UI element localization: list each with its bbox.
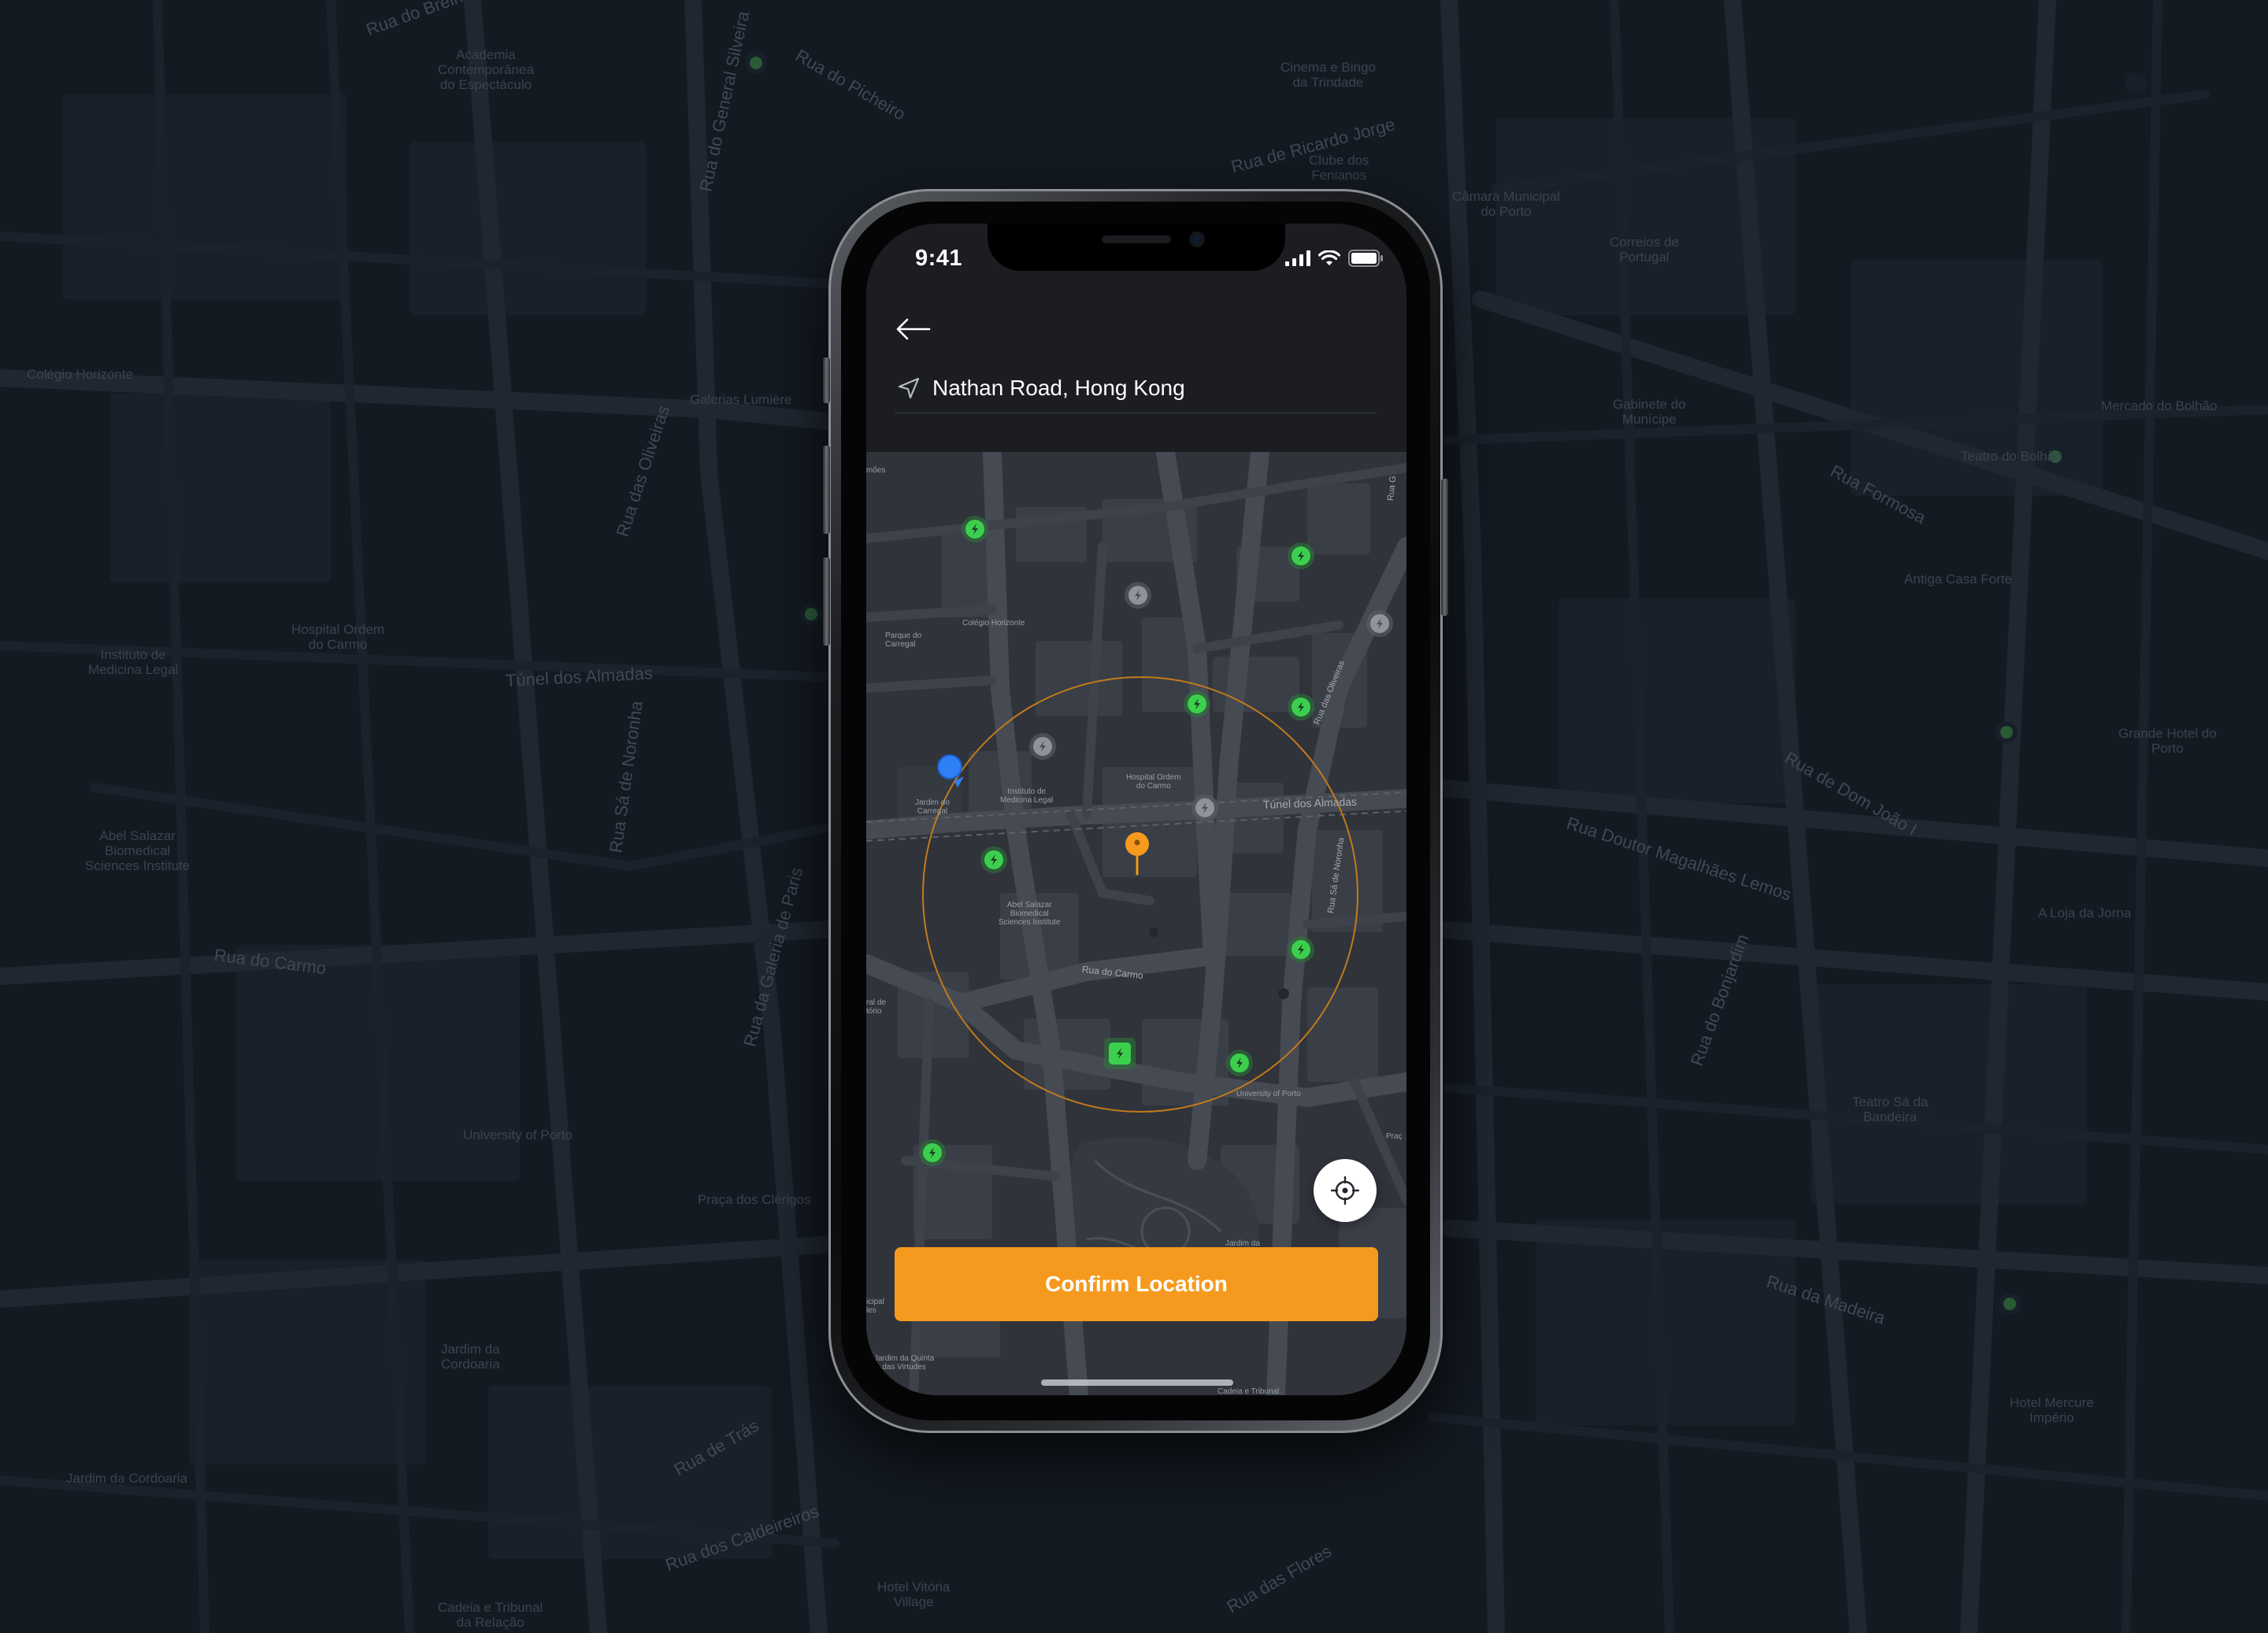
- user-location-icon: [937, 754, 964, 787]
- bg-map-label: Hotel Mercure Império: [2010, 1395, 2094, 1425]
- bg-map-label: Grande Hotel do Porto: [2118, 726, 2217, 756]
- charging-station-icon[interactable]: [1104, 1038, 1136, 1069]
- location-search-value: Nathan Road, Hong Kong: [932, 376, 1185, 400]
- bg-map-label: Jardim da Cordoaria: [66, 1471, 188, 1486]
- signal-icon: [1285, 250, 1310, 266]
- bg-map-label: Câmara Municipal do Porto: [1452, 189, 1560, 219]
- charging-station-icon[interactable]: [1288, 694, 1314, 720]
- confirm-location-button[interactable]: Confirm Location: [895, 1247, 1378, 1321]
- charging-station-icon[interactable]: [1191, 794, 1218, 821]
- bg-map-label: Abel Salazar Biomedical Sciences Institu…: [85, 828, 191, 873]
- charging-station-icon[interactable]: [1184, 691, 1210, 717]
- status-icons: [1285, 247, 1383, 269]
- volume-up-button: [823, 446, 830, 534]
- charging-station-icon[interactable]: [919, 1139, 946, 1166]
- bg-map-label: Clube dos Fenianos: [1309, 153, 1369, 183]
- status-time: 9:41: [915, 246, 963, 271]
- mute-switch: [823, 357, 830, 403]
- charging-station-icon[interactable]: [962, 516, 988, 542]
- bg-map-label: A Loja da Jorna: [2038, 905, 2132, 920]
- bg-map-label: Colégio Horizonte: [27, 367, 134, 382]
- charging-station-icon[interactable]: [1029, 733, 1056, 760]
- bg-map-label: Hospital Ordem do Carmo: [291, 622, 385, 652]
- front-camera: [1189, 231, 1205, 247]
- crosshair-icon: [1331, 1176, 1359, 1205]
- bg-map-label: Academia Contemporânea do Espectáculo: [438, 47, 534, 92]
- home-indicator[interactable]: [1041, 1379, 1233, 1386]
- bg-map-label: Teatro do Bolhão: [1961, 449, 2062, 464]
- notch: [988, 224, 1285, 271]
- bg-map-label: Gabinete do Munícipe: [1613, 397, 1686, 427]
- charging-station-icon[interactable]: [1125, 582, 1151, 609]
- wifi-icon: [1318, 250, 1340, 265]
- charging-station-icon[interactable]: [1226, 1050, 1253, 1076]
- bg-map-label: University of Porto: [463, 1128, 573, 1142]
- phone-screen: 9:41 Nathan Road, Hong Kong Colégio Hori…: [866, 224, 1406, 1395]
- bg-map-label: Cadeia e Tribunal da Relação: [438, 1600, 543, 1630]
- bg-map-label: Hotel Vitória Village: [877, 1579, 951, 1609]
- arrow-left-icon: [896, 318, 931, 340]
- location-search-field[interactable]: Nathan Road, Hong Kong: [895, 364, 1377, 413]
- bg-map-label: Jardim da Cordoaria: [441, 1342, 500, 1372]
- charging-station-icon[interactable]: [1366, 610, 1393, 637]
- bg-map-label: Correios de Portugal: [1610, 235, 1679, 265]
- locate-me-button[interactable]: [1314, 1159, 1377, 1222]
- battery-icon: [1348, 250, 1383, 267]
- charging-station-icon[interactable]: [1288, 936, 1314, 963]
- bg-map-label: Praça dos Clérigos: [698, 1192, 811, 1207]
- bg-map-label: Mercado do Bolhão: [2101, 398, 2218, 413]
- bg-map-label: Teatro Sá da Bandeira: [1852, 1094, 1929, 1124]
- power-button: [1441, 479, 1448, 616]
- bg-map-label: Cinema e Bingo da Trindade: [1280, 60, 1376, 90]
- bg-map-label: Galerias Lumière: [690, 392, 792, 407]
- speaker: [1102, 235, 1171, 243]
- bg-map-label: Instituto de Medicina Legal: [88, 647, 179, 677]
- navigation-arrow-icon: [895, 374, 923, 402]
- back-button[interactable]: [893, 309, 934, 350]
- charging-station-icon[interactable]: [1288, 542, 1314, 569]
- volume-down-button: [823, 557, 830, 646]
- charging-station-icon[interactable]: [980, 846, 1007, 873]
- bg-map-label: Antiga Casa Forte: [1904, 572, 2013, 587]
- map-pin-icon[interactable]: [1125, 832, 1149, 876]
